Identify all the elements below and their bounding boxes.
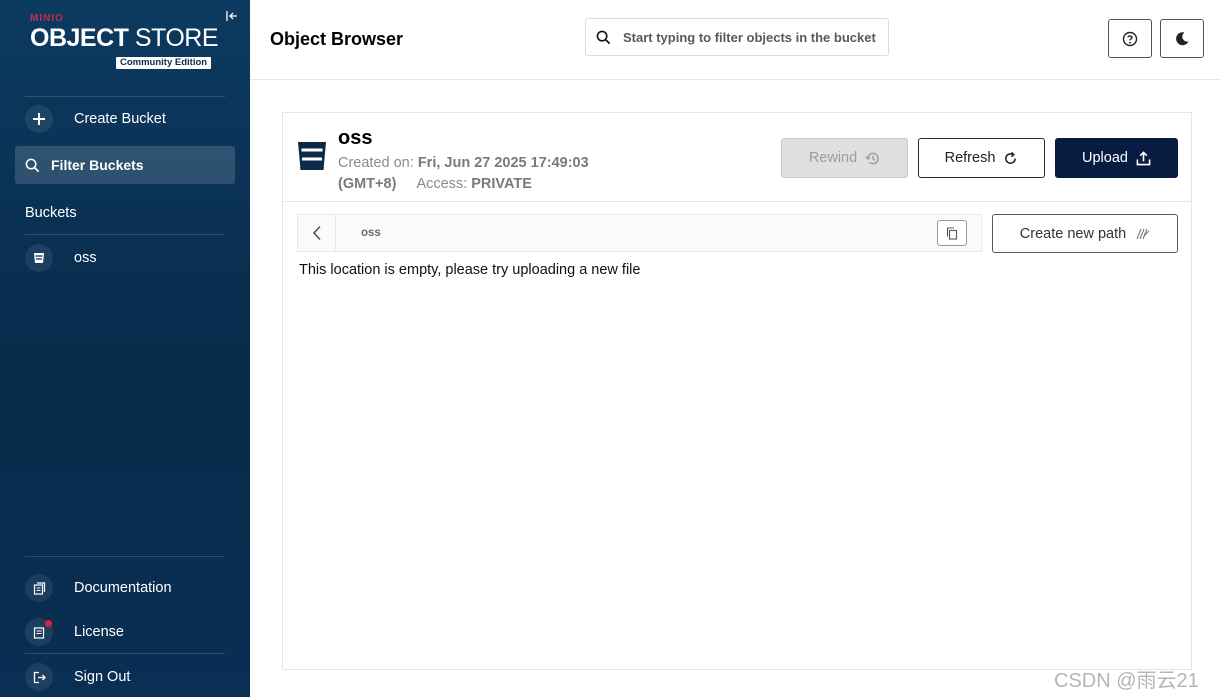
sign-out-button[interactable]: Sign Out [25,660,235,694]
top-header: Object Browser [250,0,1220,80]
rewind-button[interactable]: Rewind [781,138,908,178]
logo-product-light: STORE [128,24,219,52]
documentation-icon [25,574,53,602]
upload-button[interactable]: Upload [1055,138,1178,178]
bucket-name: oss [338,127,373,149]
create-new-path-label: Create new path [1019,225,1127,242]
empty-location-message: This location is empty, please try uploa… [299,262,641,278]
bucket-browser-card: oss Created on: Fri, Jun 27 2025 17:49:0… [282,112,1192,670]
sidebar-divider [25,234,225,235]
copy-icon [946,226,958,240]
created-value: Fri, Jun 27 2025 17:49:03 [417,155,589,171]
logo-vendor: MINIO [30,13,64,24]
search-icon [596,30,611,44]
bucket-icon [25,244,53,272]
refresh-button[interactable]: Refresh [918,138,1045,178]
object-search-box[interactable] [585,18,889,56]
documentation-label: Documentation [74,580,172,596]
logo-product-bold: OBJECT [30,24,129,52]
filter-buckets-label: Filter Buckets [51,157,144,173]
sidebar-divider [25,556,225,557]
refresh-icon [1005,151,1017,164]
dark-mode-toggle[interactable] [1160,19,1204,58]
filter-buckets-input[interactable]: Filter Buckets [15,146,235,184]
created-label: Created on: [338,155,414,171]
create-bucket-label: Create Bucket [74,111,166,127]
bucket-header: oss Created on: Fri, Jun 27 2025 17:49:0… [283,113,1191,202]
help-icon [1122,31,1138,46]
license-icon [25,618,53,646]
upload-icon [1136,150,1151,165]
refresh-label: Refresh [944,150,996,166]
copy-path-button[interactable] [937,220,967,246]
rewind-label: Rewind [808,150,858,166]
access-value: PRIVATE [471,176,532,192]
sign-out-label: Sign Out [74,669,131,685]
page-title: Object Browser [270,29,404,49]
sign-out-icon [25,663,53,691]
license-label: License [74,624,124,640]
upload-label: Upload [1082,150,1128,166]
collapse-sidebar-icon[interactable] [225,9,239,23]
search-icon [25,158,40,172]
create-new-path-button[interactable]: Create new path [992,214,1178,253]
timezone-value: (GMT+8) [338,176,397,192]
bucket-icon [297,140,327,177]
sidebar-item-bucket-oss[interactable]: oss [25,241,235,275]
path-breadcrumb-bar: oss [297,214,982,252]
documentation-link[interactable]: Documentation [25,571,235,605]
csdn-watermark: CSDN @雨云21 [1054,670,1199,692]
history-icon [865,152,879,164]
sidebar-divider [25,653,225,654]
back-button[interactable] [298,215,336,251]
new-path-icon [1136,228,1150,239]
access-label: Access: [416,176,468,192]
create-bucket-button[interactable]: Create Bucket [25,102,235,136]
bucket-name-label: oss [74,250,97,266]
sidebar: MINIO OBJECT STORE Community Edition Cre… [0,0,250,697]
minio-logo[interactable]: MINIO OBJECT STORE Community Edition [30,13,219,69]
bucket-created-info: Created on: Fri, Jun 27 2025 17:49:03 [338,155,589,171]
sidebar-divider [25,96,225,97]
breadcrumb-bucket[interactable]: oss [361,227,381,239]
logo-product: OBJECT STORE [30,24,219,52]
help-button[interactable] [1108,19,1152,58]
license-link[interactable]: License [25,615,235,649]
plus-icon [25,105,53,133]
object-search-input[interactable] [623,29,883,45]
moon-icon [1176,31,1189,45]
bucket-access-info: (GMT+8) Access: PRIVATE [338,176,532,192]
chevron-left-icon [312,225,321,241]
buckets-heading: Buckets [25,205,77,221]
notification-dot [45,620,52,627]
edition-badge: Community Edition [116,57,212,69]
